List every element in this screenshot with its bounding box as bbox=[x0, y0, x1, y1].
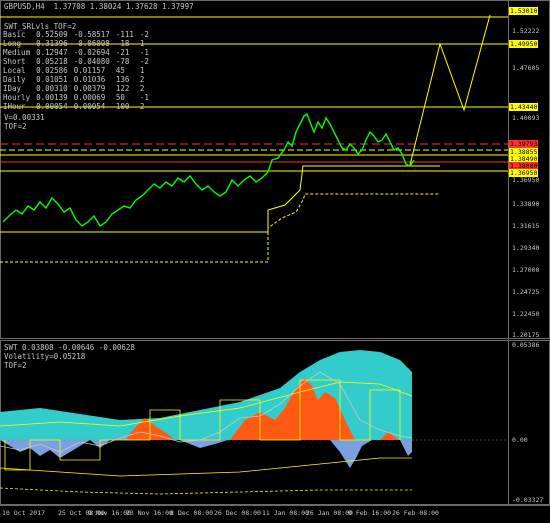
price-tag: 1.53010 bbox=[509, 7, 539, 15]
table-row: Long 0.31396 -0.06008 -18 1 bbox=[3, 39, 145, 48]
oscillator-tof: TOF=2 bbox=[4, 361, 27, 370]
time-axis-label: 9 Nov 16:00 bbox=[88, 509, 132, 517]
osc-cyan-area bbox=[0, 350, 412, 440]
oscillator-areas bbox=[0, 350, 508, 468]
resistance-levels bbox=[0, 143, 508, 163]
oscillator-axis-label: 0.05386 bbox=[512, 341, 540, 349]
price-axis-label: 1.47605 bbox=[512, 64, 540, 72]
table-row: IDay 0.00310 0.00379 122 2 bbox=[3, 84, 145, 93]
price-axis-label: 1.24725 bbox=[512, 288, 540, 296]
time-axis-label: 26 Jan 08:00 bbox=[306, 509, 353, 517]
oscillator-header: SWT 0.03808 -0.00646 -0.00628 bbox=[4, 343, 135, 352]
srlevels-v: V=0.00331 bbox=[4, 113, 45, 122]
price-axis-label: 1.20175 bbox=[512, 331, 540, 339]
price-tag: 1.43440 bbox=[509, 103, 539, 111]
projection-line bbox=[409, 14, 491, 166]
time-axis-label: 9 Feb 16:00 bbox=[348, 509, 392, 517]
price-tag: 1.36950 bbox=[509, 169, 539, 177]
srlevels-tof: TOF=2 bbox=[4, 122, 27, 131]
price-tag: 1.49950 bbox=[509, 40, 539, 48]
table-row: Local 0.02586 0.01157 45 1 bbox=[3, 66, 145, 75]
oscillator-axis-label: 0.00 bbox=[512, 436, 528, 444]
table-row: Basic 0.52509 -0.58517 -111 -2 bbox=[3, 30, 149, 39]
time-axis-label: 11 Jan 08:00 bbox=[262, 509, 309, 517]
price-axis-label: 1.52222 bbox=[512, 27, 540, 35]
oscillator-volatility: Volatility=0.05218 bbox=[4, 352, 86, 361]
table-row: IHour 0.00054 0.00054 100 2 bbox=[3, 102, 145, 111]
price-axis-label: 1.33890 bbox=[512, 200, 540, 208]
symbol-header: GBPUSD,H4 1.37708 1.38024 1.37628 1.3799… bbox=[4, 2, 194, 11]
time-axis-label: 26 Dec 08:00 bbox=[214, 509, 261, 517]
table-row: Hourly 0.00139 0.00069 50 -1 bbox=[3, 93, 149, 102]
table-row: Daily 0.01051 0.01036 136 2 bbox=[3, 75, 145, 84]
envelope-lines bbox=[0, 165, 440, 263]
price-axis-label: 1.31615 bbox=[512, 222, 540, 230]
price-axis-label: 1.22450 bbox=[512, 310, 540, 318]
time-axis-label: 10 Oct 2017 bbox=[2, 509, 46, 517]
price-tag: 1.39793 bbox=[509, 140, 539, 148]
price-axis-label: 1.27000 bbox=[512, 266, 540, 274]
price-series bbox=[2, 112, 415, 227]
price-axis-label: 1.40093 bbox=[512, 114, 540, 122]
price-axis-label: 1.29340 bbox=[512, 244, 540, 252]
srlevels-table: Basic 0.52509 -0.58517 -111 -2 Long 0.31396 -0… bbox=[3, 30, 155, 111]
table-row: Short 0.05218 -0.04080 -78 -2 bbox=[3, 57, 149, 66]
time-axis-label: 8 Dec 08:00 bbox=[170, 509, 214, 517]
time-axis-label: 23 Nov 16:00 bbox=[126, 509, 173, 517]
time-axis-label: 26 Feb 08:00 bbox=[392, 509, 439, 517]
price-axis-label: 1.36950 bbox=[512, 176, 540, 184]
osc-blue-area bbox=[0, 436, 412, 468]
oscillator-axis-label: -0.03327 bbox=[512, 496, 544, 504]
table-row: Medium 0.12947 -0.02694 -21 -1 bbox=[3, 48, 149, 57]
